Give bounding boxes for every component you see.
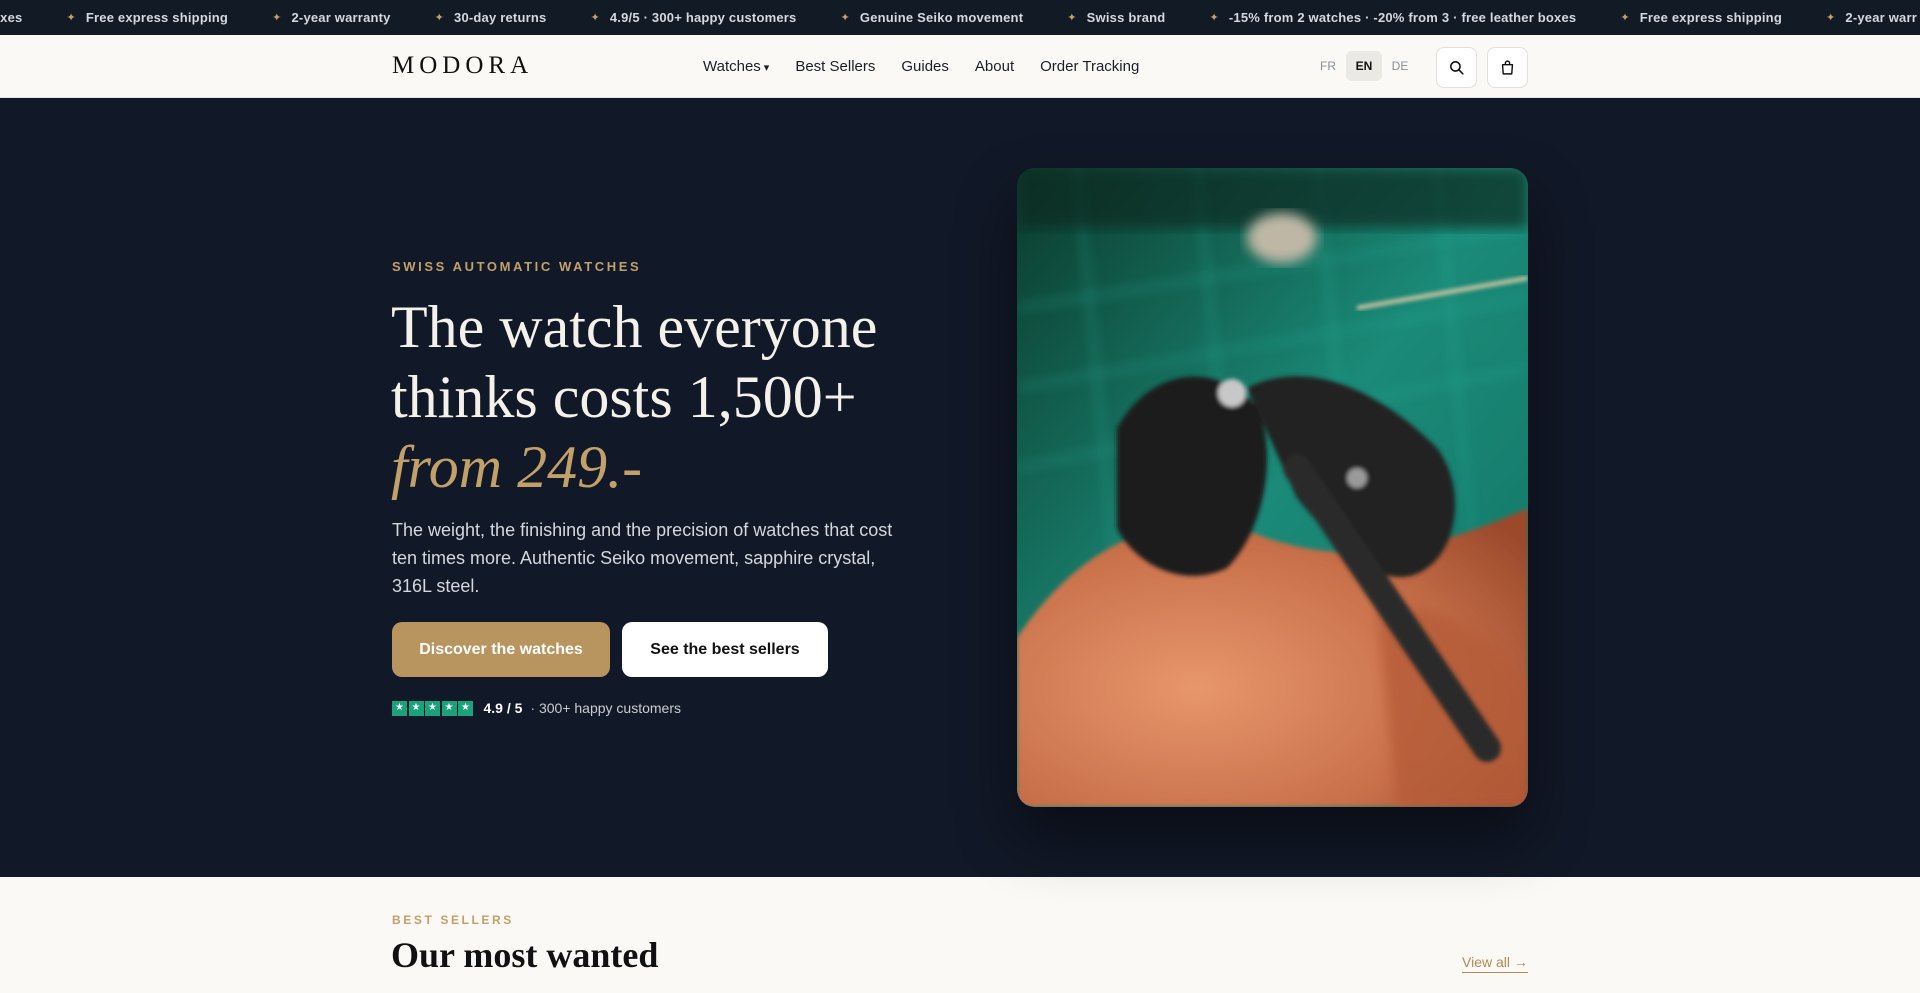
search-icon — [1450, 61, 1464, 75]
star-icon: ★ — [458, 700, 473, 716]
lang-de[interactable]: DE — [1382, 51, 1418, 81]
star-icon: ★ — [408, 700, 424, 716]
hero-title-line-1: The watch everyone — [391, 294, 878, 360]
ticker-item-label: 2-year warranty — [291, 10, 391, 25]
nav-order-tracking[interactable]: Order Tracking — [1040, 58, 1139, 75]
ticker-item-label: oxes — [0, 10, 23, 25]
shopping-bag-icon — [1501, 60, 1514, 75]
hero-title-price: from 249.- — [391, 434, 643, 500]
view-all-link[interactable]: View all → — [1462, 954, 1528, 973]
star-icon: ★ — [425, 700, 440, 716]
ticker-item: ✦ 30-day returns — [435, 10, 547, 25]
cart-button[interactable] — [1487, 47, 1528, 88]
sparkle-icon: ✦ — [1209, 12, 1219, 24]
star-icon: ★ — [392, 700, 407, 716]
sparkle-icon: ✦ — [840, 12, 850, 24]
best-sellers-eyebrow: BEST SELLERS — [392, 913, 514, 927]
hero-section: SWISS AUTOMATIC WATCHES The watch everyo… — [0, 98, 1920, 877]
hero-lead: The weight, the finishing and the precis… — [392, 520, 893, 596]
ticker-item: ✦ -15% from 2 watches · -20% from 3 · fre… — [1209, 10, 1576, 25]
rating-summary: ★ ★ ★ ★ ★ 4.9 / 5 · 300+ happy customers — [392, 700, 681, 716]
sparkle-icon: ✦ — [66, 12, 76, 24]
rating-text: · 300+ happy customers — [530, 700, 682, 716]
rating-score: 4.9 / 5 — [483, 700, 523, 716]
search-button[interactable] — [1436, 47, 1477, 88]
main-nav: Watches ▾ Best Sellers Guides About Order… — [703, 35, 1139, 98]
sparkle-icon: ✦ — [1825, 12, 1836, 24]
ticker-item-label: -15% from 2 watches · -20% from 3 · free… — [1228, 10, 1577, 25]
language-switcher: FR EN DE — [1310, 51, 1418, 81]
ticker-item-label: 30-day returns — [454, 10, 547, 25]
hero-title: The watch everyone thinks costs 1,500+ f… — [391, 292, 951, 502]
ticker-item: ✦ Free express shipping — [1620, 10, 1782, 25]
announcement-ticker: oxes ✦ Free express shipping ✦ 2-year warran… — [0, 0, 1920, 35]
sparkle-icon: ✦ — [1067, 12, 1077, 24]
lang-fr[interactable]: FR — [1310, 51, 1346, 81]
ticker-item: oxes — [0, 10, 22, 25]
ticker-item-label: Genuine Seiko movement — [859, 10, 1024, 25]
ticker-item: ✦ 4.9/5 · 300+ happy customers — [590, 10, 796, 25]
hero-eyebrow: SWISS AUTOMATIC WATCHES — [392, 259, 642, 274]
nav-watches-label: Watches — [703, 58, 761, 75]
nav-guides[interactable]: Guides — [901, 58, 949, 75]
hero-video-frame — [1017, 168, 1528, 807]
ticker-item: ✦ 2-year warranty — [272, 10, 391, 25]
lang-en[interactable]: EN — [1346, 51, 1382, 81]
ticker-item-label: 2-year warr — [1845, 10, 1917, 25]
ticker-item-label: 4.9/5 · 300+ happy customers — [609, 10, 797, 25]
ticker-item: ✦ Genuine Seiko movement — [840, 10, 1023, 25]
see-best-sellers-button[interactable]: See the best sellers — [622, 622, 828, 677]
site-header: MODORA Watches ▾ Best Sellers Guides Abou… — [0, 35, 1920, 98]
sparkle-icon: ✦ — [1620, 12, 1630, 24]
ticker-item: ✦ Swiss brand — [1067, 10, 1165, 25]
star-icon: ★ — [441, 700, 457, 716]
logo[interactable]: MODORA — [392, 52, 533, 80]
sparkle-icon: ✦ — [590, 12, 600, 24]
ticker-item-label: Swiss brand — [1086, 10, 1166, 25]
discover-watches-button[interactable]: Discover the watches — [392, 622, 610, 677]
nav-about[interactable]: About — [975, 58, 1014, 75]
hero-video[interactable] — [1017, 168, 1528, 807]
sparkle-icon: ✦ — [434, 12, 445, 24]
ticker-item-label: Free express shipping — [1639, 10, 1782, 25]
ticker-item: ✦ 2-year warr — [1826, 10, 1917, 25]
sparkle-icon: ✦ — [272, 12, 282, 24]
hero-title-line-2: thinks costs 1,500+ — [391, 364, 857, 430]
ticker-track: oxes ✦ Free express shipping ✦ 2-year warran… — [0, 0, 1920, 35]
rating-stars: ★ ★ ★ ★ ★ — [392, 700, 475, 716]
nav-best-sellers[interactable]: Best Sellers — [795, 58, 875, 75]
ticker-item-label: Free express shipping — [85, 10, 229, 25]
best-sellers-title: Our most wanted — [391, 935, 659, 975]
chevron-down-icon: ▾ — [763, 62, 770, 74]
ticker-item: ✦ Free express shipping — [66, 10, 228, 25]
nav-watches[interactable]: Watches ▾ — [703, 58, 769, 75]
